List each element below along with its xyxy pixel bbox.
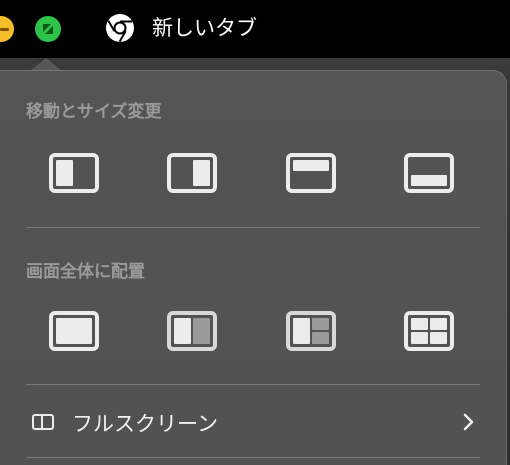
divider <box>26 227 480 228</box>
arrange-left-stacked-icon <box>293 318 310 344</box>
title-bar: 新しいタブ <box>0 0 510 58</box>
fullscreen-menu-item[interactable]: フルスクリーン <box>0 400 506 444</box>
arrange-bottom-right-pane <box>312 332 329 344</box>
fill-screen-icon <box>56 318 92 344</box>
right-half-icon <box>193 160 210 186</box>
zoom-icon <box>43 24 53 34</box>
arrange-top-right-pane <box>312 318 329 330</box>
bottom-half-icon <box>411 175 447 186</box>
divider <box>26 457 480 458</box>
tile-right-half-button[interactable] <box>167 153 217 193</box>
tile-top-half-button[interactable] <box>286 153 336 193</box>
minimize-icon <box>0 28 9 31</box>
section-title-fill-arrange: 画面全体に配置 <box>26 262 145 282</box>
top-half-icon <box>293 160 329 171</box>
arrange-left-right-icon <box>174 318 191 344</box>
quarter-bottom-right <box>430 332 447 344</box>
tile-left-half-button[interactable] <box>49 153 99 193</box>
quarter-bottom-left <box>411 332 428 344</box>
left-half-icon <box>56 160 73 186</box>
section-title-move-resize: 移動とサイズ変更 <box>26 102 162 122</box>
arrange-left-and-stacked-button[interactable] <box>286 311 336 351</box>
tile-bottom-half-button[interactable] <box>404 153 454 193</box>
chrome-icon <box>106 14 134 43</box>
fullscreen-label: フルスクリーン <box>72 412 218 436</box>
quarters-icon <box>411 318 428 330</box>
chevron-right-icon <box>463 413 474 431</box>
divider <box>26 384 480 385</box>
arrange-quarters-button[interactable] <box>404 311 454 351</box>
quarter-top-right <box>430 318 447 330</box>
minimize-button[interactable] <box>0 16 14 42</box>
arrange-secondary-pane <box>193 318 210 344</box>
zoom-button[interactable] <box>35 16 61 42</box>
sidebar-split-icon <box>32 414 54 430</box>
fill-screen-button[interactable] <box>49 311 99 351</box>
window-tile-menu: 移動とサイズ変更 画面全体に配置 フルスクリーン <box>0 70 507 465</box>
tab-title: 新しいタブ <box>152 16 257 40</box>
arrange-left-right-button[interactable] <box>167 311 217 351</box>
